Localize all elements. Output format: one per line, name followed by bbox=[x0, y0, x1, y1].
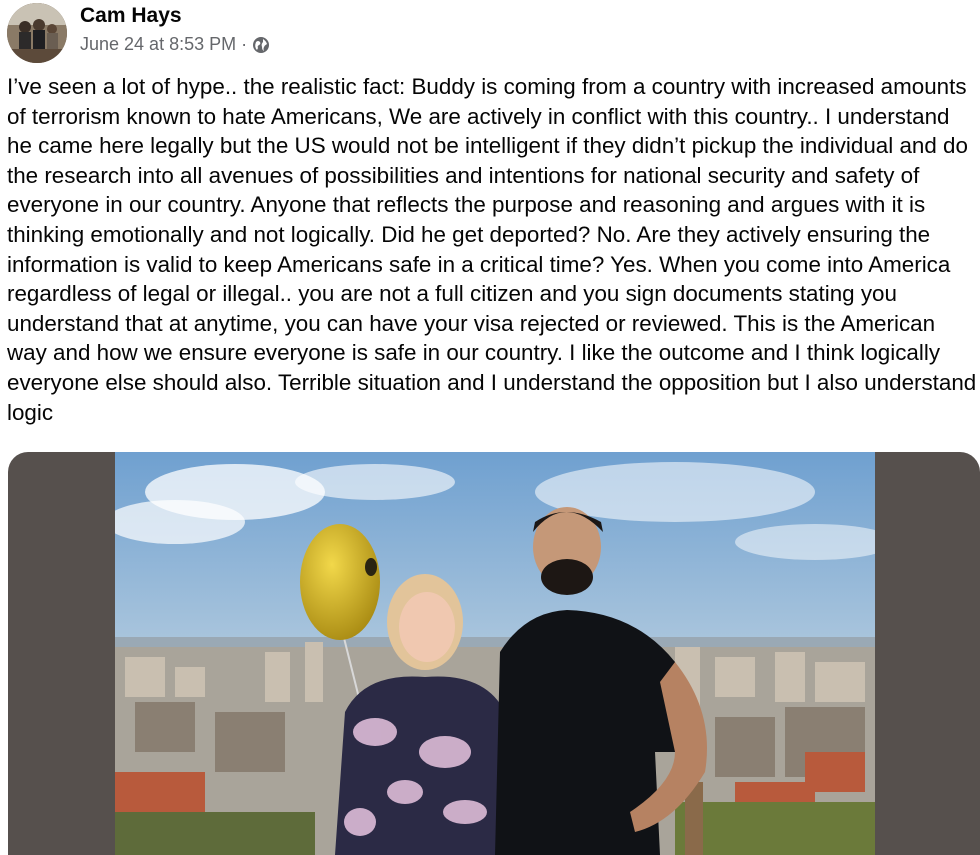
post-header: Cam Hays June 24 at 8:53 PM · bbox=[0, 0, 980, 70]
post-meta: June 24 at 8:53 PM · bbox=[80, 34, 270, 55]
meta-separator: · bbox=[241, 34, 248, 54]
post-body: I’ve seen a lot of hype.. the realistic … bbox=[7, 74, 977, 425]
avatar-photo bbox=[7, 3, 67, 63]
post-photo[interactable] bbox=[115, 452, 875, 855]
avatar[interactable] bbox=[7, 3, 67, 63]
author-name[interactable]: Cam Hays bbox=[80, 4, 182, 28]
globe-icon[interactable] bbox=[252, 36, 270, 54]
post-media[interactable] bbox=[8, 452, 980, 855]
post-timestamp[interactable]: June 24 at 8:53 PM bbox=[80, 34, 236, 55]
